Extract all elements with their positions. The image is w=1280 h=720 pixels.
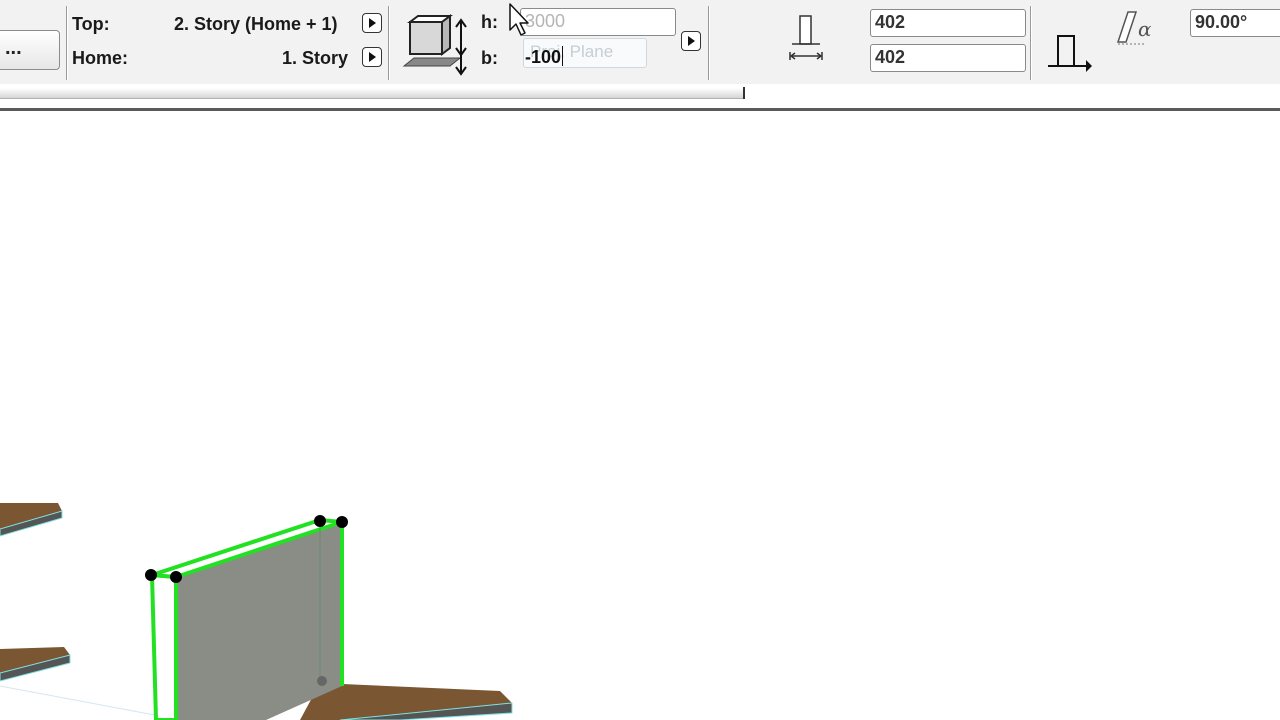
svg-text:α: α [1138,17,1152,41]
text-caret [562,46,564,66]
hotspot[interactable] [145,569,157,581]
separator [708,6,710,80]
separator [388,6,390,80]
separator [1030,6,1032,80]
height-label: h: [481,12,498,32]
top-story-menu-button[interactable] [362,13,382,33]
horizontal-scrollbar[interactable] [0,88,745,99]
more-options-button[interactable]: ... [0,30,60,70]
separator [66,6,68,80]
top-story-label: Top: [72,14,110,34]
expand-arrow-icon[interactable] [681,31,701,51]
3d-viewport[interactable] [0,111,1280,720]
base-offset-label: b: [481,48,498,68]
hotspot[interactable] [317,676,327,686]
thickness-bottom-field[interactable]: 402 [870,44,1026,72]
hotspot[interactable] [314,515,326,527]
slant-angle-icon: α [1116,11,1152,45]
mouse-cursor-icon [509,3,529,36]
slant-angle-field[interactable]: 90.00° [1190,9,1280,37]
3d-scene [0,503,513,720]
home-story-label: Home: [72,48,129,68]
home-story-value[interactable]: 1. Story [282,48,348,69]
thickness-top-field[interactable]: 402 [870,9,1026,37]
selected-wall[interactable] [176,522,342,720]
element-height-icon [402,14,467,76]
height-field[interactable]: 3000 [520,8,676,36]
top-story-value[interactable]: 2. Story (Home + 1) [174,14,338,35]
hotspot[interactable] [170,571,182,583]
wall-thickness-icon [789,15,823,60]
base-offset-field[interactable]: -100 [520,44,578,72]
hotspot[interactable] [336,516,348,528]
scrollbar-end-marker [743,87,745,99]
info-box-toolbar: ... Top: 2. Story (Home + 1) Home: 1. St… [0,0,1280,84]
wall-profile-icon [1048,35,1092,72]
home-story-menu-button[interactable] [362,47,382,67]
base-offset-value: -100 [525,47,562,67]
